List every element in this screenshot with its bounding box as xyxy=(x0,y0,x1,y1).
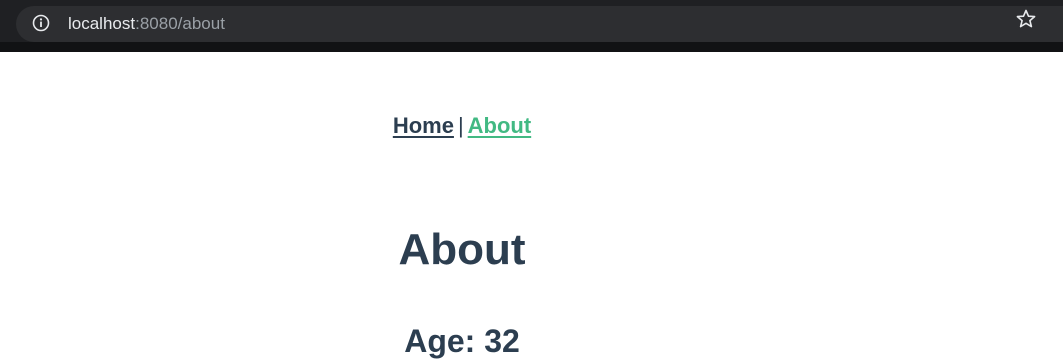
info-icon[interactable] xyxy=(32,14,50,32)
nav-link-about[interactable]: About xyxy=(468,113,532,138)
star-icon[interactable] xyxy=(1015,8,1037,30)
age-display: Age: 32 xyxy=(0,322,924,360)
nav-links: Home | About xyxy=(0,112,924,140)
page-title: About xyxy=(398,225,526,274)
age-value: 32 xyxy=(484,323,520,359)
browser-toolbar: localhost:8080/about xyxy=(0,0,1063,52)
url-path: :8080/about xyxy=(135,14,225,33)
url-text[interactable]: localhost:8080/about xyxy=(68,14,225,34)
url-host: localhost xyxy=(68,14,136,33)
address-bar[interactable]: localhost:8080/about xyxy=(16,6,1063,42)
nav-separator: | xyxy=(457,113,464,138)
nav-link-home[interactable]: Home xyxy=(393,113,454,138)
age-label: Age: xyxy=(404,323,476,359)
toolbar-divider xyxy=(0,42,1063,52)
